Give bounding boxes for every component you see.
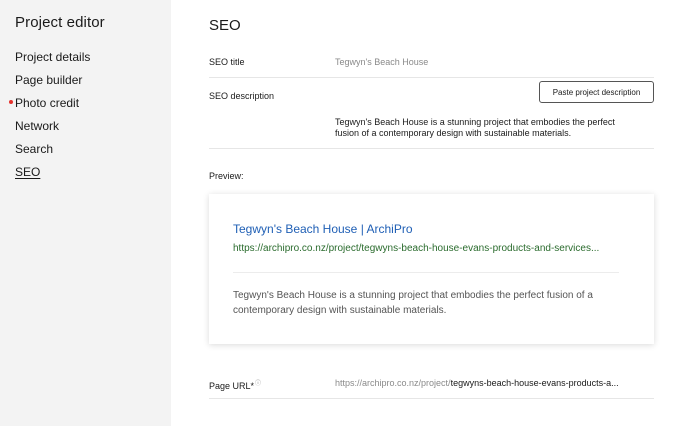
sidebar-item-photo-credit[interactable]: Photo credit bbox=[9, 96, 90, 119]
search-preview-card: Tegwyn's Beach House | ArchiPro https://… bbox=[209, 194, 654, 344]
sidebar-item-seo[interactable]: SEO bbox=[15, 165, 90, 188]
sidebar: Project editor Project details Page buil… bbox=[0, 0, 171, 426]
divider bbox=[209, 148, 654, 149]
seo-title-label: SEO title bbox=[209, 57, 245, 67]
divider bbox=[209, 398, 654, 399]
sidebar-item-page-builder[interactable]: Page builder bbox=[15, 73, 90, 96]
sidebar-item-search[interactable]: Search bbox=[15, 142, 90, 165]
page-title: SEO bbox=[209, 17, 241, 34]
seo-panel: SEO SEO title Tegwyn's Beach House SEO d… bbox=[209, 0, 654, 426]
sidebar-nav: Project details Page builder Photo credi… bbox=[9, 50, 90, 188]
sidebar-item-label: Project details bbox=[15, 50, 91, 64]
page-url-slug: tegwyns-beach-house-evans-products-a... bbox=[450, 378, 619, 388]
page-url-label: Page URL* bbox=[209, 381, 255, 391]
divider bbox=[233, 272, 619, 273]
attention-dot-icon bbox=[9, 100, 13, 104]
preview-description: Tegwyn's Beach House is a stunning proje… bbox=[233, 290, 593, 316]
sidebar-title: Project editor bbox=[15, 14, 105, 31]
sidebar-item-project-details[interactable]: Project details bbox=[15, 50, 90, 73]
seo-description-label: SEO description bbox=[209, 91, 275, 101]
sidebar-item-label: Network bbox=[15, 119, 60, 133]
divider bbox=[209, 77, 654, 78]
page-url-label-wrap: Page URL*ⓘ bbox=[209, 378, 261, 391]
seo-description-input[interactable]: Tegwyn's Beach House is a stunning proje… bbox=[335, 117, 635, 139]
preview-label: Preview: bbox=[209, 171, 244, 181]
page-url-prefix: https://archipro.co.nz/project/ bbox=[335, 378, 451, 388]
page-url-input[interactable]: https://archipro.co.nz/project/tegwyns-b… bbox=[335, 378, 619, 388]
seo-title-input[interactable]: Tegwyn's Beach House bbox=[335, 57, 428, 67]
sidebar-item-label: Search bbox=[15, 142, 54, 156]
preview-url: https://archipro.co.nz/project/tegwyns-b… bbox=[233, 243, 600, 254]
paste-project-description-button[interactable]: Paste project description bbox=[539, 81, 654, 103]
sidebar-item-label: SEO bbox=[15, 165, 41, 179]
sidebar-item-network[interactable]: Network bbox=[15, 119, 90, 142]
preview-title-link[interactable]: Tegwyn's Beach House | ArchiPro bbox=[233, 222, 413, 236]
sidebar-item-label: Page builder bbox=[15, 73, 83, 87]
sidebar-item-label: Photo credit bbox=[15, 96, 80, 110]
info-icon[interactable]: ⓘ bbox=[255, 378, 261, 387]
